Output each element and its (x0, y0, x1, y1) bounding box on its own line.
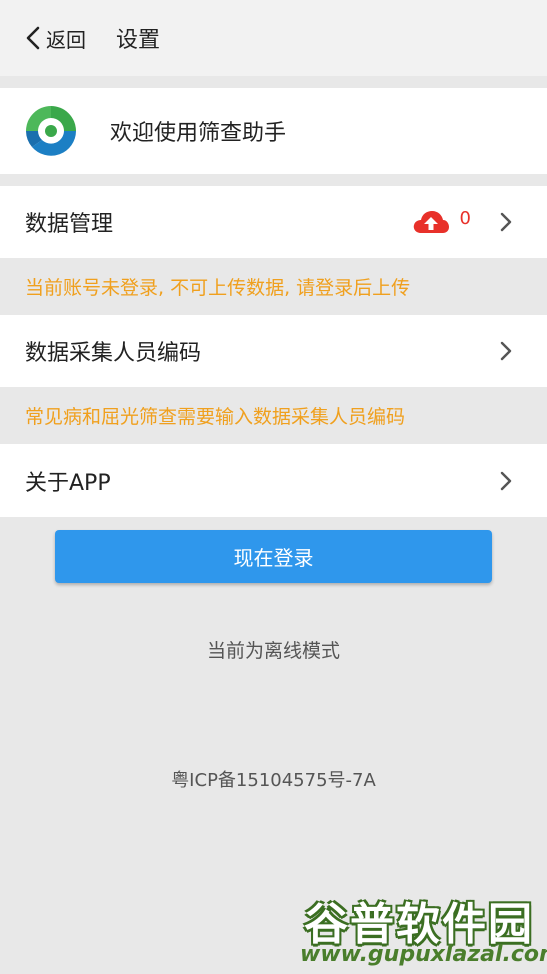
data-management-row[interactable]: 数据管理 0 (0, 186, 547, 258)
collector-code-row[interactable]: 数据采集人员编码 (0, 315, 547, 387)
welcome-card: 欢迎使用筛查助手 (0, 88, 547, 174)
welcome-text: 欢迎使用筛查助手 (110, 121, 287, 146)
page-title: 设置 (116, 28, 161, 53)
watermark-url: www.gupuxlazal.com (300, 942, 547, 967)
back-button[interactable]: 返回 (24, 24, 86, 53)
offline-status: 当前为离线模式 (206, 640, 340, 662)
chevron-left-icon (26, 26, 40, 50)
cloud-upload-icon (413, 211, 449, 233)
collector-code-label: 数据采集人员编码 (25, 341, 202, 366)
app-logo (25, 105, 77, 157)
login-warning: 当前账号未登录, 不可上传数据, 请登录后上传 (25, 277, 411, 299)
chevron-right-icon (500, 212, 512, 232)
code-required-note: 常见病和屈光筛查需要输入数据采集人员编码 (25, 406, 406, 428)
login-button[interactable]: 现在登录 (55, 530, 492, 583)
data-management-label: 数据管理 (25, 212, 114, 237)
header-bar: 返回 设置 (0, 0, 547, 76)
watermark-name: 谷普软件园 (304, 899, 534, 950)
upload-status[interactable]: 0 (412, 207, 471, 235)
chevron-right-icon (500, 471, 512, 490)
back-label: 返回 (46, 27, 86, 52)
watermark: 谷普软件园 www.gupuxlazal.com (300, 888, 547, 968)
about-app-label: 关于APP (25, 470, 111, 496)
about-app-row[interactable]: 关于APP (0, 444, 547, 517)
icp-record: 粤ICP备15104575号-7A (171, 770, 376, 791)
upload-count-badge: 0 (459, 207, 471, 229)
chevron-right-icon (500, 341, 512, 361)
